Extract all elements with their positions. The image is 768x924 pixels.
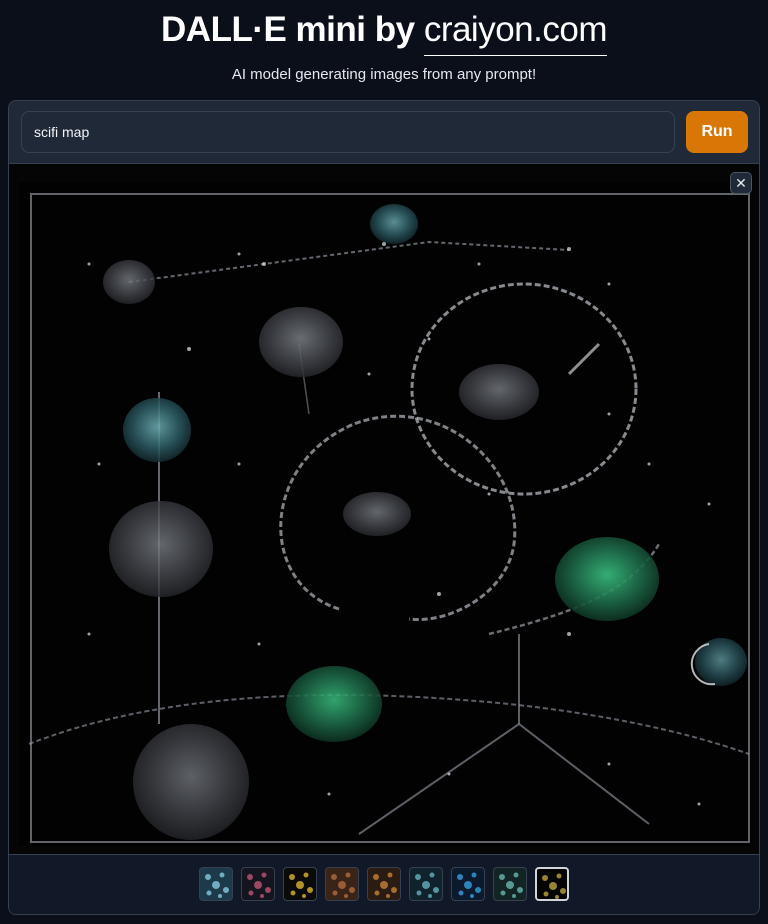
thumbnail-3[interactable]: [283, 867, 317, 901]
thumbnail-1[interactable]: [199, 867, 233, 901]
title-prefix: DALL·E mini by: [161, 10, 415, 49]
generator-panel: scifi map Run ✕: [8, 100, 760, 915]
thumbnail-strip: [9, 854, 759, 914]
header: DALL·E mini by craiyon.com AI model gene…: [0, 0, 768, 100]
run-button[interactable]: Run: [686, 111, 748, 153]
prompt-input[interactable]: scifi map: [21, 111, 675, 153]
image-gallery: ✕: [9, 163, 759, 914]
page-title: DALL·E mini by craiyon.com: [0, 10, 768, 56]
thumbnail-6[interactable]: [409, 867, 443, 901]
page-subtitle: AI model generating images from any prom…: [231, 66, 537, 83]
craiyon-link[interactable]: craiyon.com: [423, 10, 607, 56]
thumbnail-8[interactable]: [493, 867, 527, 901]
close-icon[interactable]: ✕: [730, 172, 752, 194]
thumbnail-7[interactable]: [451, 867, 485, 901]
thumbnail-4[interactable]: [325, 867, 359, 901]
generated-image: [9, 164, 759, 854]
thumbnail-2[interactable]: [241, 867, 275, 901]
thumbnail-9[interactable]: [535, 867, 569, 901]
thumbnail-5[interactable]: [367, 867, 401, 901]
